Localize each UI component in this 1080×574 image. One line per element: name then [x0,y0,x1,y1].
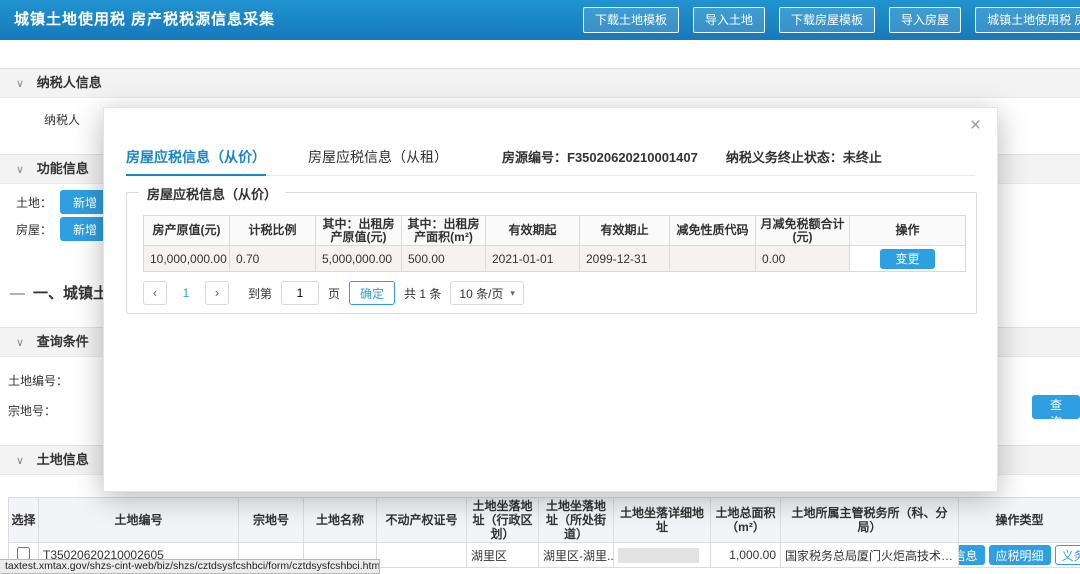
section-function-title: 功能信息 [36,161,89,176]
page-size-select[interactable]: 10 条/页 ▾ [450,281,524,305]
col-district: 土地坐落地址（行政区划） [466,497,539,543]
taxpayer-label: 纳税人 [44,113,81,127]
col-parcel-no: 宗地号 [238,497,304,543]
chevron-down-icon: ∨ [16,164,25,176]
section-one-title: 一、城镇土 [33,285,109,302]
cell-operation: 变更 [849,245,966,272]
section-taxpayer-title: 纳税人信息 [36,75,102,90]
col-rented-area: 其中：出租房产面积(m²) [401,215,486,246]
col-total-area: 土地总面积（m²） [710,497,781,543]
tab-house-tax-rental[interactable]: 房屋应税信息（从租） [308,138,448,176]
house-tax-header-row: 房产原值(元) 计税比例 其中：出租房产原值(元) 其中：出租房产面积(m²) … [143,215,966,246]
cell-original-value: 10,000,000.00 [143,245,230,272]
col-original-value: 房产原值(元) [143,215,230,246]
house-tax-table: 房产原值(元) 计税比例 其中：出租房产原值(元) 其中：出租房产面积(m²) … [143,215,966,272]
chevron-down-icon: ∨ [16,337,25,349]
collapse-dash-icon: — [10,285,25,302]
import-house-button[interactable]: 导入房屋 [889,7,962,33]
col-operation: 操作 [849,215,966,246]
goto-prefix-label: 到第 [248,286,273,301]
page-number-input[interactable] [281,281,320,305]
land-table-header-row: 选择 土地编号 宗地号 土地名称 不动产权证号 土地坐落地址（行政区划） 土地坐… [8,497,1080,543]
house-tax-data-row: 10,000,000.00 0.70 5,000,000.00 500.00 2… [143,245,966,272]
col-rented-value: 其中：出租房产原值(元) [315,215,402,246]
cell-street: 湖里区-湖里... [538,542,614,568]
col-select: 选择 [8,497,39,543]
section-one-heading: — 一、城镇土 [10,282,108,303]
house-label: 房屋： [16,222,53,237]
col-operation: 操作类型 [958,497,1080,543]
tax-declaration-button[interactable]: 城镇土地使用税 房产税申报 [975,7,1080,33]
terminate-obligation-button[interactable]: 义务终止 [1054,545,1080,565]
taxable-detail-button[interactable]: 应税明细 [988,545,1051,565]
pagination: ‹ 1 › 到第 页 确定 共 1 条 10 条/页 ▾ [143,281,524,305]
tab-house-tax-ad-valorem[interactable]: 房屋应税信息（从价） [126,138,266,176]
page-size-value: 10 条/页 [459,286,504,301]
goto-suffix-label: 页 [328,286,341,301]
confirm-page-button[interactable]: 确定 [349,281,396,305]
land-no-label: 土地编号： [8,374,69,388]
cell-detail-address [613,542,711,568]
app-header: 城镇土地使用税 房产税税源信息采集 下载土地模板 导入土地 下载房屋模板 导入房… [0,0,1080,40]
browser-status-bar: taxtest.xmtax.gov/shzs-cint-web/biz/shzs… [0,559,380,574]
col-detail-address: 土地坐落详细地址 [613,497,711,543]
next-page-button[interactable]: › [205,281,229,305]
redacted-address-block [618,547,699,563]
cell-monthly-deduction: 0.00 [755,245,850,272]
land-label: 土地： [16,195,53,210]
group-house-tax-info: 房屋应税信息（从价） 房产原值(元) 计税比例 其中：出租房产原值(元) 其中：… [126,184,977,314]
cell-valid-from: 2021-01-01 [485,245,580,272]
col-valid-from: 有效期起 [485,215,580,246]
query-button[interactable]: 查询 [1032,395,1080,429]
parcel-no-label: 宗地号： [8,404,57,418]
col-land-name: 土地名称 [303,497,377,543]
chevron-down-icon: ▾ [510,287,515,298]
col-cert-no: 不动产权证号 [376,497,467,543]
col-deduction-code: 减免性质代码 [669,215,756,246]
cell-total-area: 1,000.00 [710,542,781,568]
cell-cert-no [376,542,467,568]
col-valid-to: 有效期止 [579,215,670,246]
download-house-template-button[interactable]: 下载房屋模板 [779,7,876,33]
land-add-row: 土地： 新增 [16,190,111,214]
download-land-template-button[interactable]: 下载土地模板 [583,7,680,33]
cell-deduction-code [669,245,756,272]
cell-district: 湖里区 [466,542,539,568]
app-window: 城镇土地使用税 房产税税源信息采集 下载土地模板 导入土地 下载房屋模板 导入房… [0,0,1080,574]
land-table: 选择 土地编号 宗地号 土地名称 不动产权证号 土地坐落地址（行政区划） 土地坐… [8,497,1080,568]
current-page[interactable]: 1 [176,286,196,300]
cell-tax-ratio: 0.70 [229,245,316,272]
col-land-no: 土地编号 [38,497,239,543]
house-code-label: 房源编号：F35020620210001407 [502,150,698,165]
termination-status-label: 纳税义务终止状态：未终止 [725,150,882,165]
group-title: 房屋应税信息（从价） [139,184,286,203]
cell-rented-area: 500.00 [401,245,486,272]
close-icon[interactable]: × [970,116,981,136]
section-land-title: 土地信息 [36,452,89,467]
section-query-title: 查询条件 [36,334,89,349]
total-count-label: 共 1 条 [404,286,442,301]
basic-info-button[interactable]: 基本信息 [959,545,985,565]
house-tax-modal: × 房屋应税信息（从价） 房屋应税信息（从租） 房源编号：F3502062021… [103,107,998,492]
col-monthly-deduction: 月减免税额合计(元) [755,215,850,246]
col-street: 土地坐落地址（所处街道） [538,497,614,543]
header-toolbar: 下载土地模板 导入土地 下载房屋模板 导入房屋 城镇土地使用税 房产税申报 [583,7,1080,33]
col-tax-office: 土地所属主管税务所（科、分局） [780,497,959,543]
cell-operations: 基本信息 应税明细 义务终止 [958,542,1080,568]
page-title: 城镇土地使用税 房产税税源信息采集 [14,11,276,28]
chevron-down-icon: ∨ [16,455,25,467]
cell-valid-to: 2099-12-31 [579,245,670,272]
chevron-down-icon: ∨ [16,78,25,90]
status-url: taxtest.xmtax.gov/shzs-cint-web/biz/shzs… [5,560,380,572]
house-add-row: 房屋： 新增 [16,217,111,241]
modal-tabs: 房屋应税信息（从价） 房屋应税信息（从租） 房源编号：F350206202100… [126,138,975,176]
prev-page-button[interactable]: ‹ [143,281,167,305]
section-taxpayer-info[interactable]: ∨ 纳税人信息 [0,68,1080,98]
cell-tax-office: 国家税务总局厦门火炬高技术产业... [780,542,959,568]
import-land-button[interactable]: 导入土地 [693,7,766,33]
change-button[interactable]: 变更 [880,248,935,269]
col-tax-ratio: 计税比例 [229,215,316,246]
cell-rented-value: 5,000,000.00 [315,245,402,272]
